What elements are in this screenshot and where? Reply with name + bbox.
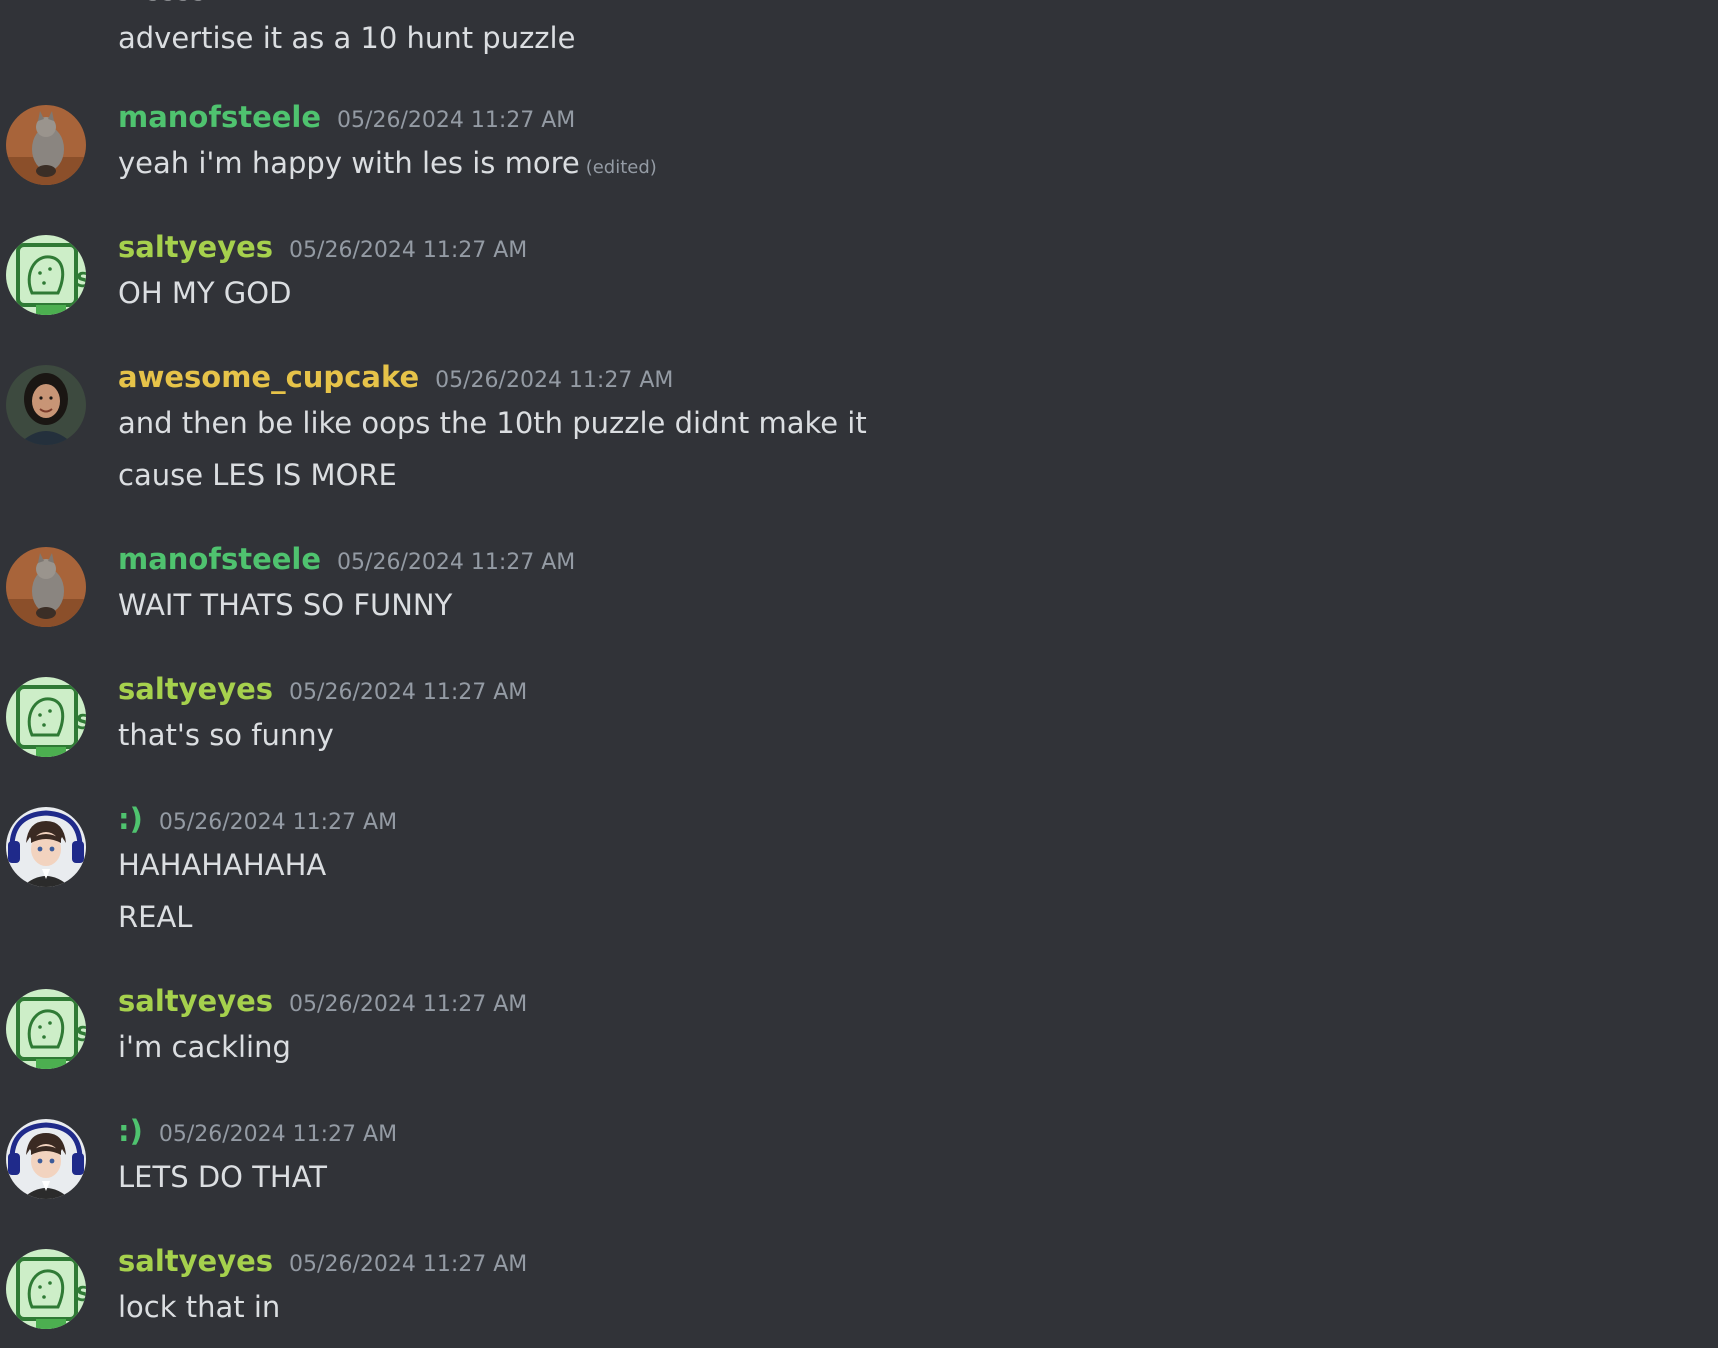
- message-text: that's so funny: [118, 718, 334, 752]
- username[interactable]: :): [118, 797, 143, 841]
- cat-avatar[interactable]: [6, 105, 86, 185]
- message-text: HAHAHAHAHA: [118, 848, 327, 882]
- message-continuation: advertise it as a 10 hunt puzzle: [118, 21, 576, 55]
- svg-text:S: S: [76, 1022, 86, 1046]
- svg-text:S: S: [76, 710, 86, 734]
- cut-off-text: ...ssss ... ...: [118, 0, 280, 10]
- message-text: REAL: [118, 900, 193, 934]
- chat-message-list[interactable]: ...ssss ... ... advertise it as a 10 hun…: [0, 0, 1718, 1348]
- message-timestamp: 05/26/2024 11:27 AM: [289, 1252, 528, 1277]
- username[interactable]: saltyeyes: [118, 667, 273, 711]
- message-timestamp: 05/26/2024 11:27 AM: [289, 238, 528, 263]
- username[interactable]: saltyeyes: [118, 225, 273, 269]
- message-text: LETS DO THAT: [118, 1160, 328, 1194]
- message-text: lock that in: [118, 1290, 281, 1324]
- message-text: OH MY GOD: [118, 276, 292, 310]
- svg-text:S: S: [76, 1282, 86, 1306]
- anime-avatar[interactable]: [6, 1119, 86, 1199]
- message-text: i'm cackling: [118, 1030, 291, 1064]
- username[interactable]: manofsteele: [118, 537, 321, 581]
- message-text: yeah i'm happy with les is more (edited): [118, 146, 657, 180]
- username[interactable]: saltyeyes: [118, 979, 273, 1023]
- pickle-avatar[interactable]: S: [6, 235, 86, 315]
- person-avatar[interactable]: [6, 365, 86, 445]
- svg-text:S: S: [76, 268, 86, 292]
- username[interactable]: saltyeyes: [118, 1239, 273, 1283]
- username[interactable]: awesome_cupcake: [118, 355, 419, 399]
- anime-avatar[interactable]: [6, 807, 86, 887]
- pickle-avatar[interactable]: S: [6, 677, 86, 757]
- cat-avatar[interactable]: [6, 547, 86, 627]
- pickle-avatar[interactable]: S: [6, 989, 86, 1069]
- pickle-avatar[interactable]: S: [6, 1249, 86, 1329]
- message-text: and then be like oops the 10th puzzle di…: [118, 406, 867, 440]
- username[interactable]: :): [118, 1109, 143, 1153]
- message-text: WAIT THATS SO FUNNY: [118, 588, 453, 622]
- username[interactable]: manofsteele: [118, 95, 321, 139]
- edited-label: (edited): [585, 157, 657, 178]
- message-text: cause LES IS MORE: [118, 458, 397, 492]
- message-timestamp: 05/26/2024 11:27 AM: [289, 992, 528, 1017]
